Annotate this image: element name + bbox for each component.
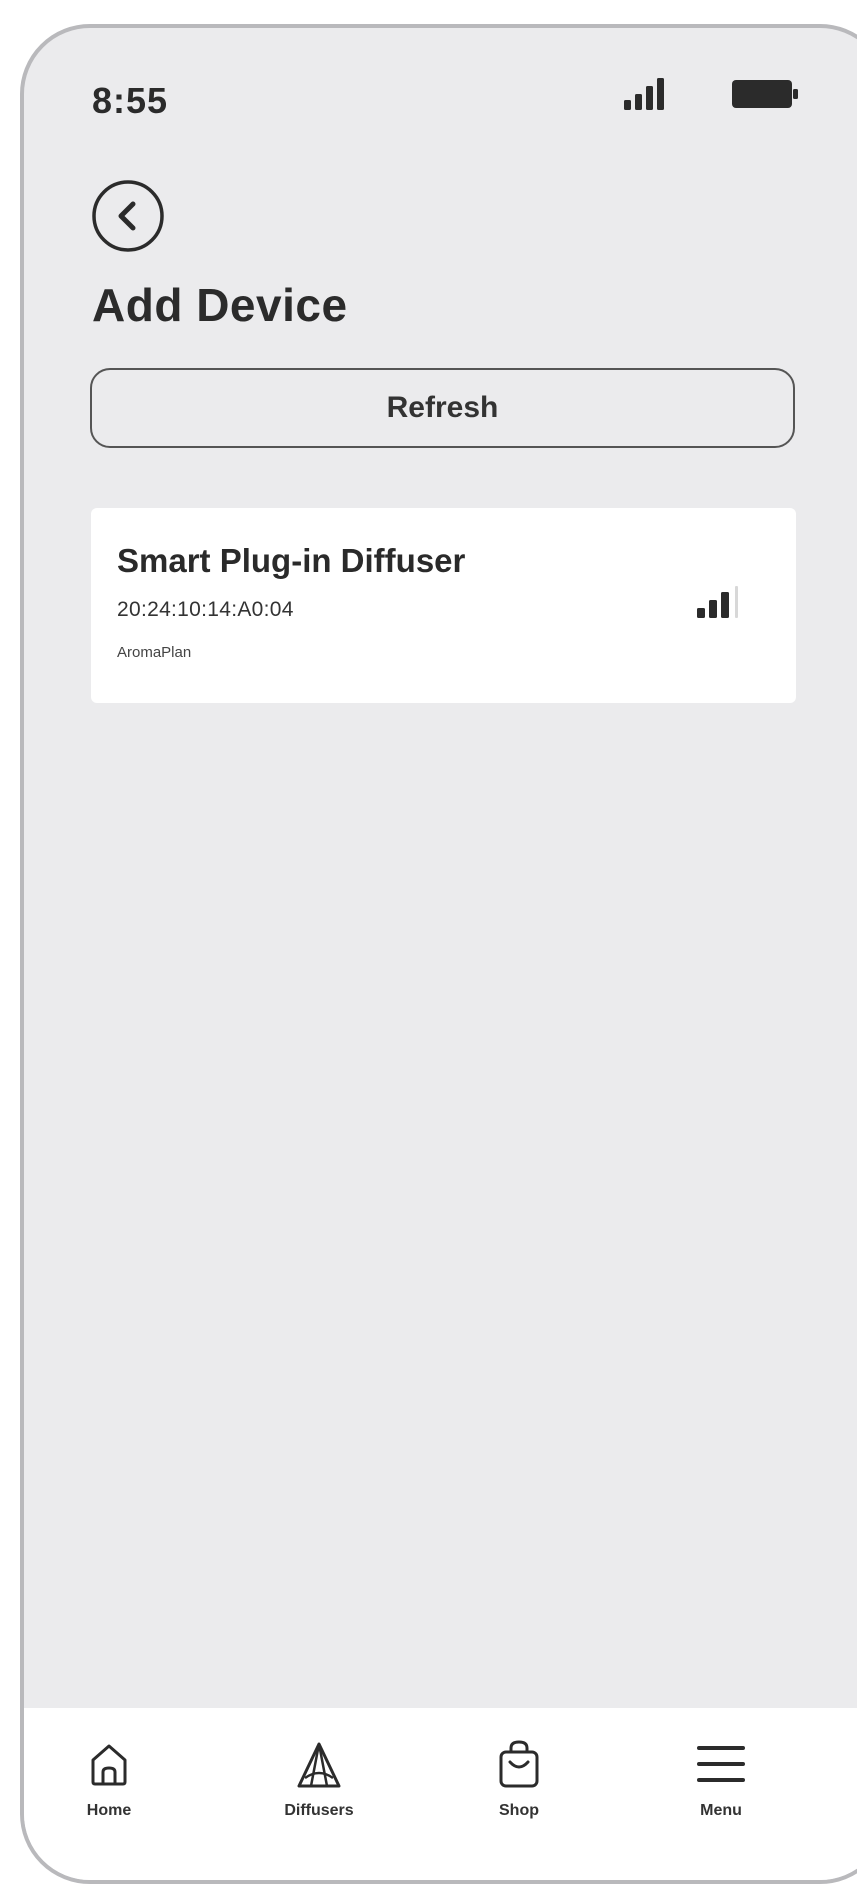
- tab-home-label: Home: [86, 1802, 132, 1819]
- shopping-bag-icon: [499, 1740, 539, 1788]
- chevron-left-icon: [92, 180, 164, 252]
- back-button[interactable]: [88, 176, 168, 256]
- device-mac-address: 20:24:10:14:A0:04: [117, 598, 294, 621]
- home-icon: [91, 1744, 127, 1786]
- device-brand: AromaPlan: [117, 644, 192, 661]
- menu-icon: [697, 1746, 745, 1782]
- tab-shop[interactable]: Shop: [459, 1738, 579, 1828]
- phone-frame: 8:55 Add Device Refresh Smart Plug-in Di…: [20, 24, 857, 1884]
- status-time: 8:55: [92, 80, 169, 121]
- tab-menu-label: Menu: [700, 1802, 742, 1819]
- battery-icon: [732, 80, 798, 108]
- cellular-signal-icon: [624, 78, 664, 110]
- device-name: Smart Plug-in Diffuser: [117, 542, 466, 579]
- tab-diffusers-label: Diffusers: [284, 1802, 354, 1819]
- tab-diffusers[interactable]: Diffusers: [259, 1738, 379, 1828]
- tab-menu[interactable]: Menu: [661, 1738, 781, 1828]
- page-title: Add Device: [92, 279, 348, 331]
- refresh-button[interactable]: Refresh: [90, 368, 795, 448]
- diffuser-icon: [297, 1742, 341, 1788]
- device-list-item[interactable]: Smart Plug-in Diffuser 20:24:10:14:A0:04…: [91, 508, 796, 703]
- status-bar: 8:55: [24, 28, 857, 168]
- tab-home[interactable]: Home: [49, 1738, 169, 1828]
- signal-strength-icon: [697, 586, 738, 618]
- tab-bar: Home Diffusers Shop Menu: [24, 1708, 857, 1880]
- tab-shop-label: Shop: [499, 1802, 539, 1819]
